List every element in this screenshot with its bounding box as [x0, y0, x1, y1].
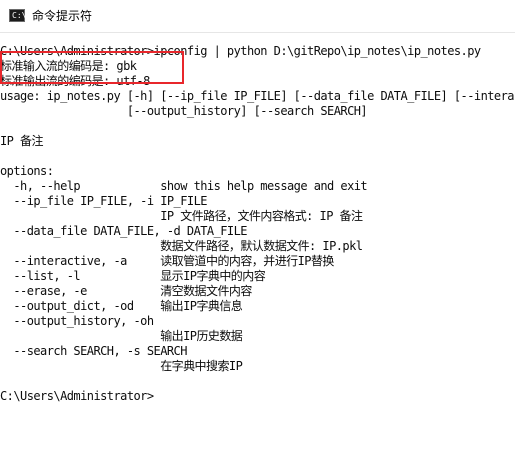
console-line: 在字典中搜索IP: [0, 359, 243, 373]
command-prompt-window: C:\ 命令提示符 C:\Users\Administrator>ipconfi…: [0, 0, 515, 452]
console-line: --output_history, -oh: [0, 314, 154, 328]
console-line: --output_dict, -od 输出IP字典信息: [0, 299, 243, 313]
cmd-icon: C:\: [9, 9, 27, 22]
console-line: 数据文件路径，默认数据文件: IP.pkl: [0, 239, 363, 253]
console-line: --ip_file IP_FILE, -i IP_FILE: [0, 194, 207, 208]
console-line: --search SEARCH, -s SEARCH: [0, 344, 187, 358]
console-line: --data_file DATA_FILE, -d DATA_FILE: [0, 224, 247, 238]
console-line: -h, --help show this help message and ex…: [0, 179, 368, 193]
console-line: --interactive, -a 读取管道中的内容，并进行IP替换: [0, 254, 334, 268]
console-line: C:\Users\Administrator>: [0, 389, 154, 403]
cmd-icon-text: C:\: [12, 11, 27, 20]
console-line: --list, -l 显示IP字典中的内容: [0, 269, 266, 283]
console-output[interactable]: C:\Users\Administrator>ipconfig | python…: [0, 36, 515, 452]
encoding-highlight-box: [0, 51, 184, 84]
title-bar[interactable]: C:\ 命令提示符: [0, 0, 515, 33]
console-line: [--output_history] [--search SEARCH]: [0, 104, 368, 118]
console-line: IP 文件路径，文件内容格式: IP 备注: [0, 209, 363, 223]
window-title: 命令提示符: [32, 9, 93, 23]
console-line: options:: [0, 164, 54, 178]
console-line: 输出IP历史数据: [0, 329, 243, 343]
console-line: usage: ip_notes.py [-h] [--ip_file IP_FI…: [0, 89, 515, 103]
console-line: IP 备注: [0, 134, 43, 148]
console-line: --erase, -e 清空数据文件内容: [0, 284, 252, 298]
